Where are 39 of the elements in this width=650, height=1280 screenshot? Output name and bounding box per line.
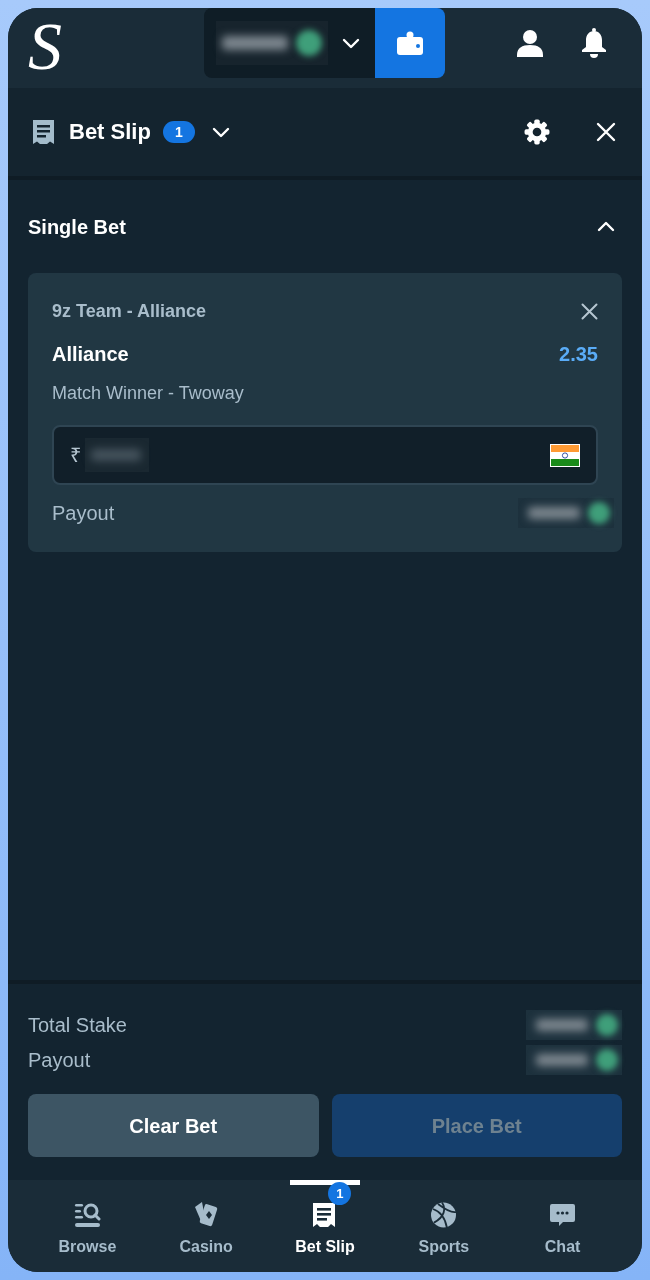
- payout-label: Payout: [52, 501, 115, 526]
- nav-tab[interactable]: Browse: [28, 1180, 147, 1272]
- market-name: Match Winner - Twoway: [52, 381, 244, 405]
- bet-slip-title: Bet Slip: [69, 121, 151, 143]
- bet-count-badge: 1: [162, 121, 195, 143]
- wallet-icon: [396, 30, 424, 56]
- chevron-down-icon: [342, 37, 360, 49]
- close-icon[interactable]: [596, 122, 616, 142]
- user-icon[interactable]: [516, 29, 544, 57]
- chevron-up-icon[interactable]: [597, 221, 615, 232]
- stake-input-field[interactable]: ₹: [52, 425, 598, 485]
- chat-icon: [549, 1201, 577, 1229]
- currency-symbol: ₹: [70, 443, 81, 468]
- event-name: 9z Team - Alliance: [52, 299, 207, 323]
- odds-value: 2.35: [559, 342, 598, 367]
- playing-cards-icon: [192, 1201, 220, 1229]
- bell-icon[interactable]: [580, 28, 608, 58]
- india-flag-icon: [550, 443, 580, 467]
- selection-name: Alliance: [52, 342, 129, 367]
- wallet-button[interactable]: [375, 8, 445, 78]
- receipt-icon: [31, 118, 56, 146]
- basketball-icon: [430, 1201, 458, 1229]
- logo[interactable]: S: [28, 12, 62, 80]
- blurred-stake-drawing: [85, 438, 149, 472]
- nav-count-badge: 1: [328, 1182, 352, 1205]
- chevron-down-icon[interactable]: [211, 126, 230, 138]
- nav-tab[interactable]: Chat: [503, 1180, 622, 1272]
- search-list-icon: [73, 1201, 101, 1229]
- settings-icon[interactable]: [524, 119, 550, 145]
- summary-label: Total Stake: [28, 1013, 127, 1038]
- nav-tab[interactable]: 1 Bet Slip: [265, 1180, 385, 1272]
- nav-tab[interactable]: Sports: [384, 1180, 504, 1272]
- balance-dropdown[interactable]: [204, 8, 375, 78]
- clear-bet-button[interactable]: Clear Bet: [28, 1094, 319, 1157]
- remove-bet-icon[interactable]: [581, 302, 598, 320]
- nav-tab[interactable]: Casino: [146, 1180, 266, 1272]
- section-title: Single Bet: [28, 214, 126, 240]
- active-tab-indicator: [290, 1180, 360, 1185]
- summary-label: Payout: [28, 1048, 91, 1073]
